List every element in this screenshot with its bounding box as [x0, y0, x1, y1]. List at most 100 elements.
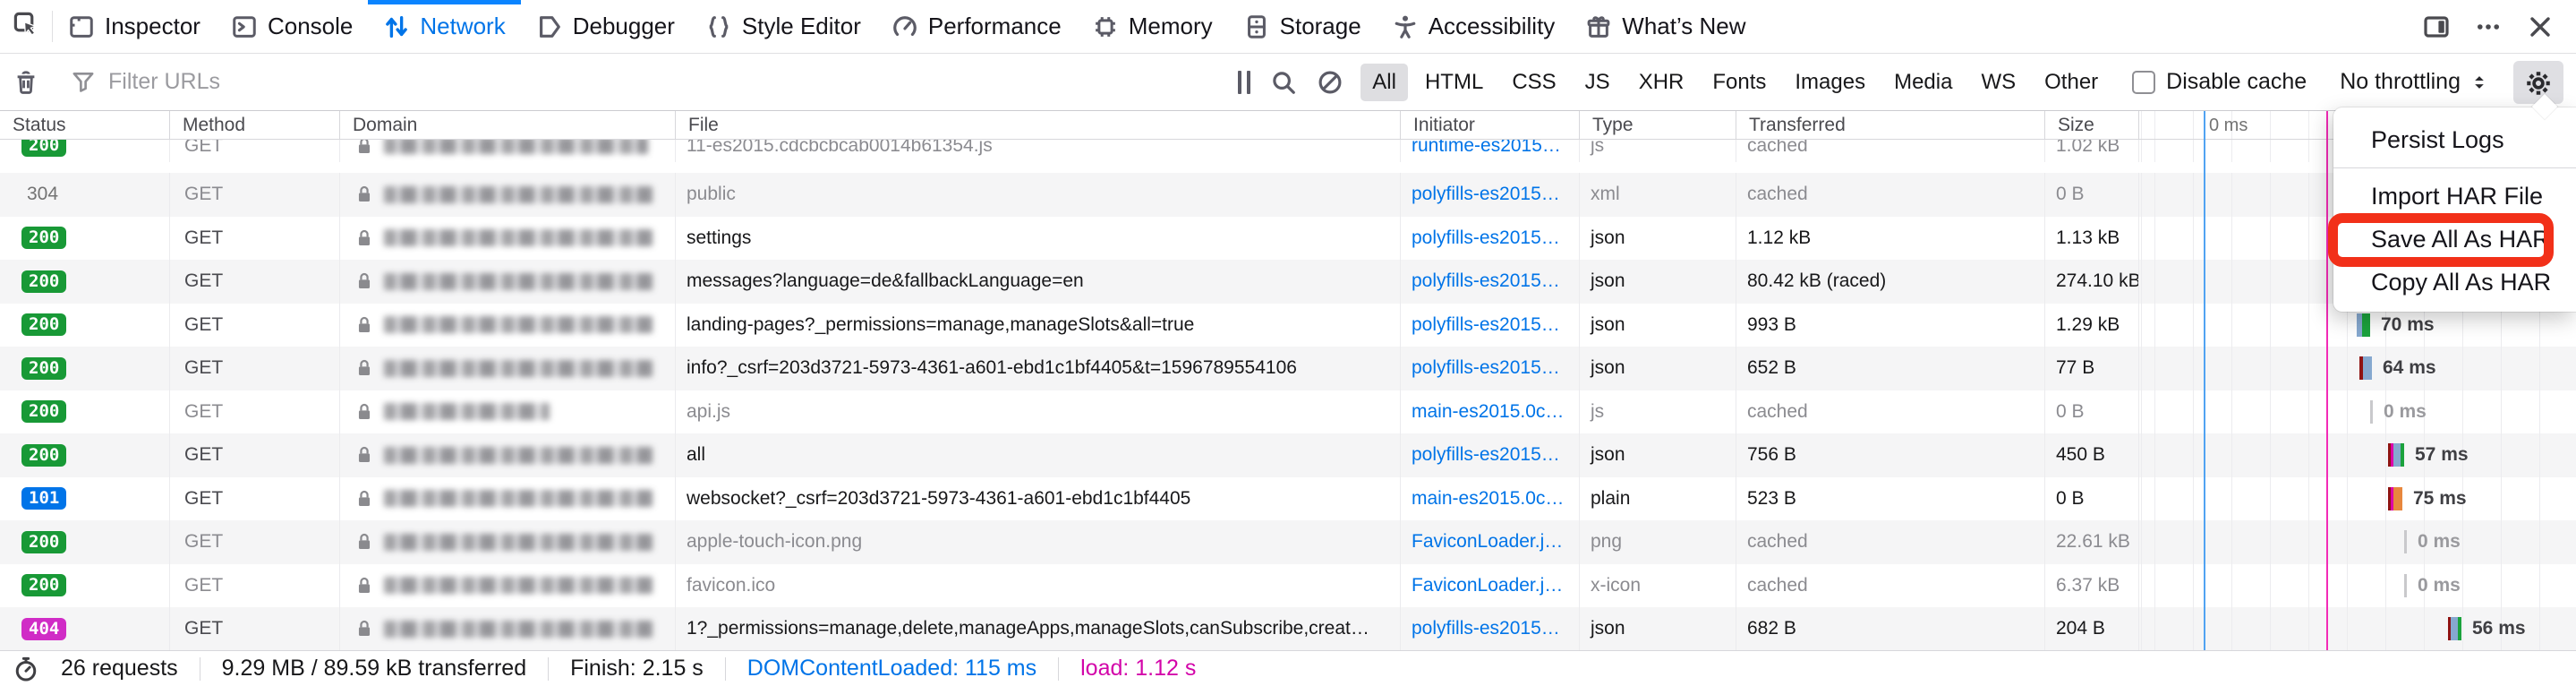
menu-item-copy-all-as-har[interactable]: Copy All As HAR — [2333, 261, 2576, 304]
file-cell: apple-touch-icon.png — [676, 520, 1401, 564]
search-button[interactable] — [1270, 69, 1297, 96]
request-row[interactable]: 200 GET api.js main-es2015.0c… js cached… — [0, 390, 2576, 434]
initiator-link[interactable]: polyfills-es2015… — [1401, 607, 1580, 650]
filter-media[interactable]: Media — [1882, 64, 1964, 101]
filter-xhr[interactable]: XHR — [1627, 64, 1696, 101]
request-row[interactable]: 200 GET landing-pages?_permissions=manag… — [0, 304, 2576, 347]
column-header-type[interactable]: Type — [1580, 111, 1736, 139]
filter-urls-input[interactable] — [107, 68, 1229, 96]
file-cell: 1?_permissions=manage,delete,manageApps,… — [676, 607, 1401, 650]
network-toolbar: AllHTMLCSSJSXHRFontsImagesMediaWSOther D… — [0, 54, 2576, 111]
size-cell: 77 B — [2045, 347, 2139, 390]
filter-fonts[interactable]: Fonts — [1701, 64, 1778, 101]
size-cell: 450 B — [2045, 433, 2139, 477]
lock-icon — [354, 270, 374, 293]
request-row[interactable]: 101 GET websocket?_csrf=203d3721-5973-43… — [0, 477, 2576, 521]
column-header-initiator[interactable]: Initiator — [1401, 111, 1580, 139]
method-cell: GET — [170, 607, 340, 650]
request-row[interactable]: 200 GET 11-es2015.cdcbcbcab0014b61354.js… — [0, 140, 2576, 173]
initiator-link[interactable]: polyfills-es2015… — [1401, 347, 1580, 390]
tab-style-editor[interactable]: Style Editor — [690, 0, 876, 53]
column-header-method[interactable]: Method — [170, 111, 340, 139]
column-header-status[interactable]: Status — [0, 111, 170, 139]
filter-html[interactable]: HTML — [1413, 64, 1495, 101]
filter-ws[interactable]: WS — [1969, 64, 2027, 101]
close-devtools-button[interactable] — [2526, 13, 2555, 41]
domain-cell — [340, 217, 676, 261]
filter-js[interactable]: JS — [1574, 64, 1622, 101]
domain-cell — [340, 260, 676, 304]
menu-item-import-har[interactable]: Import HAR File — [2333, 175, 2576, 218]
initiator-link[interactable]: polyfills-es2015… — [1401, 304, 1580, 347]
type-cell: json — [1580, 433, 1736, 477]
tab-performance[interactable]: Performance — [876, 0, 1077, 53]
waterfall-time-label: 64 ms — [2383, 357, 2436, 379]
filter-urls-box[interactable] — [53, 68, 1229, 96]
column-header-file[interactable]: File — [676, 111, 1401, 139]
pick-element-button[interactable] — [0, 0, 52, 53]
initiator-link[interactable]: polyfills-es2015… — [1401, 173, 1580, 217]
request-row[interactable]: 200 GET settings polyfills-es2015… json … — [0, 217, 2576, 261]
request-row[interactable]: 200 GET info?_csrf=203d3721-5973-4361-a6… — [0, 347, 2576, 390]
disable-cache-control[interactable]: Disable cache — [2116, 69, 2323, 95]
column-header-domain[interactable]: Domain — [340, 111, 676, 139]
tab-inspector[interactable]: Inspector — [53, 0, 216, 53]
type-cell: png — [1580, 520, 1736, 564]
initiator-link[interactable]: runtime-es2015… — [1401, 140, 1580, 162]
waterfall-bar — [2448, 617, 2461, 640]
request-row[interactable]: 404 GET 1?_permissions=manage,delete,man… — [0, 607, 2576, 650]
requests-count[interactable]: 26 requests — [39, 656, 200, 682]
status-badge: 200 — [21, 357, 66, 380]
pause-traffic-button[interactable] — [1229, 71, 1259, 94]
filter-other[interactable]: Other — [2033, 64, 2110, 101]
menu-item-save-all-as-har[interactable]: Save All As HAR — [2333, 218, 2576, 261]
tab-console[interactable]: Console — [216, 0, 368, 53]
block-request-button[interactable] — [1317, 69, 1343, 96]
column-header-transferred[interactable]: Transferred — [1736, 111, 2045, 139]
initiator-link[interactable]: FaviconLoader.j… — [1401, 564, 1580, 608]
dock-side-button[interactable] — [2422, 13, 2451, 41]
initiator-link[interactable]: FaviconLoader.j… — [1401, 520, 1580, 564]
initiator-link[interactable]: main-es2015.0c… — [1401, 390, 1580, 434]
transferred-cell: 756 B — [1736, 433, 2045, 477]
gift-icon — [1585, 13, 1612, 40]
request-row[interactable]: 304 GET public polyfills-es2015… xml cac… — [0, 173, 2576, 217]
disable-cache-checkbox[interactable] — [2132, 71, 2155, 94]
type-cell: plain — [1580, 477, 1736, 521]
column-header-size[interactable]: Size — [2045, 111, 2139, 139]
finish-time[interactable]: Finish: 2.15 s — [549, 656, 725, 682]
tab-network[interactable]: Network — [368, 0, 520, 53]
throttling-value: No throttling — [2340, 69, 2461, 95]
status-badge: 200 — [21, 313, 66, 336]
waterfall-cell: 57 ms — [2139, 433, 2576, 477]
request-row[interactable]: 200 GET apple-touch-icon.png FaviconLoad… — [0, 520, 2576, 564]
initiator-link[interactable]: main-es2015.0c… — [1401, 477, 1580, 521]
initiator-link[interactable]: polyfills-es2015… — [1401, 217, 1580, 261]
initiator-link[interactable]: polyfills-es2015… — [1401, 260, 1580, 304]
filter-css[interactable]: CSS — [1500, 64, 1567, 101]
tab-debugger[interactable]: Debugger — [521, 0, 690, 53]
menu-item-persist-logs[interactable]: Persist Logs — [2333, 118, 2576, 161]
status-badge: 200 — [21, 227, 66, 249]
clear-requests-button[interactable] — [13, 69, 39, 96]
tab-whats-new[interactable]: What’s New — [1570, 0, 1761, 53]
status-badge: 200 — [21, 574, 66, 596]
status-cell: 200 — [0, 520, 170, 564]
request-row[interactable]: 200 GET all polyfills-es2015… json 756 B… — [0, 433, 2576, 477]
throttling-select[interactable]: No throttling — [2324, 69, 2505, 95]
filter-images[interactable]: Images — [1783, 64, 1877, 101]
dom-content-loaded-time[interactable]: DOMContentLoaded: 115 ms — [726, 656, 1058, 682]
tab-memory[interactable]: Memory — [1077, 0, 1228, 53]
initiator-link[interactable]: polyfills-es2015… — [1401, 433, 1580, 477]
meatball-menu-button[interactable] — [2474, 13, 2503, 41]
request-row[interactable]: 200 GET favicon.ico FaviconLoader.j… x-i… — [0, 564, 2576, 608]
network-settings-button[interactable] — [2513, 61, 2563, 104]
request-row[interactable]: 200 GET messages?language=de&fallbackLan… — [0, 260, 2576, 304]
tab-storage[interactable]: Storage — [1228, 0, 1377, 53]
filter-all[interactable]: All — [1361, 64, 1408, 101]
domain-cell — [340, 520, 676, 564]
load-time[interactable]: load: 1.12 s — [1059, 656, 1217, 682]
waterfall-time-label: 75 ms — [2413, 488, 2467, 510]
tab-accessibility[interactable]: Accessibility — [1377, 0, 1571, 53]
transferred-summary[interactable]: 9.29 MB / 89.59 kB transferred — [200, 656, 548, 682]
